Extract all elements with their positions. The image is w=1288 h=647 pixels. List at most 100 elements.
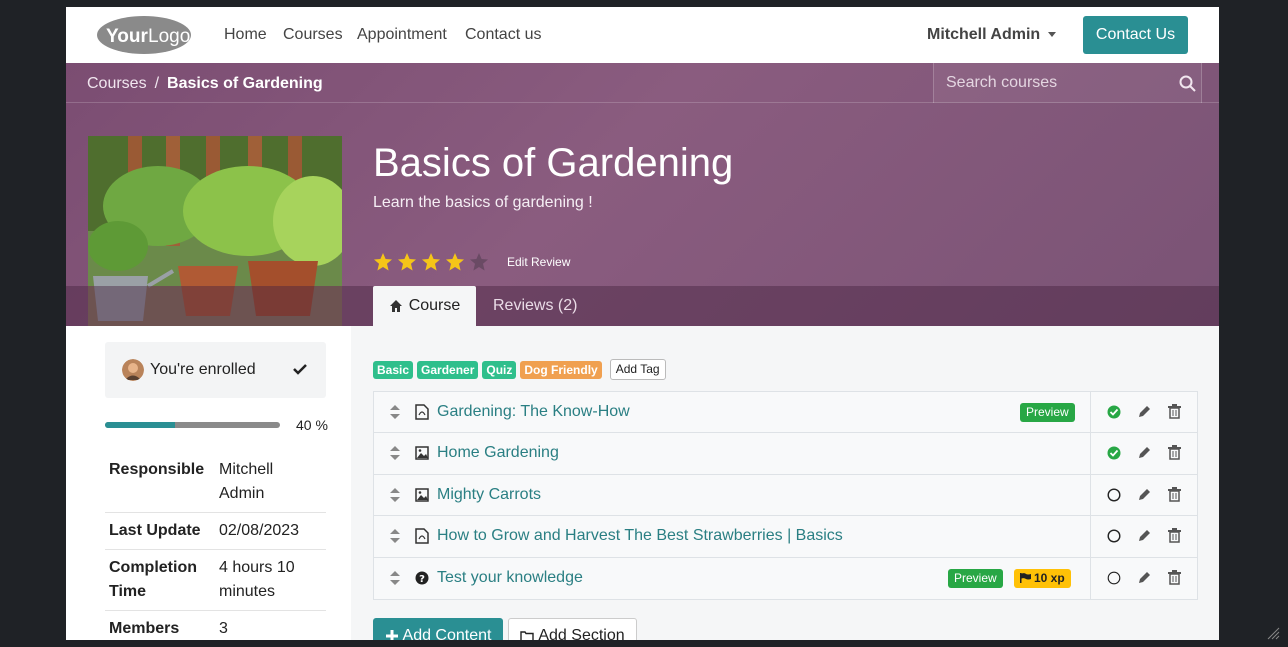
info-value: 4 hours 10 minutes	[215, 549, 326, 611]
course-content: Basic Gardener Quiz Dog Friendly Add Tag…	[351, 326, 1219, 640]
home-icon	[389, 300, 402, 312]
tab-bar: Course Reviews (2)	[66, 286, 1219, 326]
plus-icon	[385, 630, 398, 640]
star-filled-icon	[374, 253, 392, 271]
edit-review-link[interactable]: Edit Review	[507, 255, 570, 269]
course-subtitle: Learn the basics of gardening !	[373, 194, 593, 211]
course-info-table: Responsible Mitchell Admin Last Update 02/…	[105, 452, 326, 640]
trash-icon[interactable]	[1168, 486, 1181, 502]
drag-handle-icon[interactable]	[390, 446, 400, 461]
search-icon[interactable]	[1179, 75, 1196, 92]
svg-text:Logo: Logo	[148, 26, 190, 47]
pencil-icon[interactable]	[1137, 487, 1152, 502]
add-section-label: Add Section	[538, 627, 625, 640]
flag-icon	[1020, 572, 1031, 583]
tag-gardener[interactable]: Gardener	[417, 360, 479, 379]
search-input[interactable]	[934, 63, 1164, 103]
pencil-icon[interactable]	[1137, 528, 1152, 543]
image-file-icon	[415, 488, 429, 502]
image-file-icon	[415, 446, 429, 461]
completed-check-icon[interactable]	[1107, 405, 1121, 419]
trash-icon[interactable]	[1168, 445, 1181, 461]
preview-badge: Preview	[1020, 403, 1075, 422]
content-title[interactable]: How to Grow and Harvest The Best Strawbe…	[437, 527, 843, 545]
nav-contact-us[interactable]: Contact us	[465, 26, 541, 44]
user-menu[interactable]: Mitchell Admin	[927, 26, 1057, 44]
tag-quiz[interactable]: Quiz	[482, 360, 517, 379]
user-name: Mitchell Admin	[927, 26, 1041, 43]
divider	[1090, 433, 1091, 474]
content-title[interactable]: Test your knowledge	[437, 569, 583, 587]
trash-icon[interactable]	[1168, 528, 1181, 543]
contact-us-button[interactable]: Contact Us	[1083, 16, 1188, 54]
tab-course[interactable]: Course	[373, 286, 476, 326]
list-item: Mighty Carrots	[374, 474, 1197, 517]
content-title[interactable]: Home Gardening	[437, 444, 559, 462]
trash-icon[interactable]	[1168, 404, 1181, 419]
pencil-icon[interactable]	[1137, 404, 1152, 419]
enrolled-status: You're enrolled	[105, 342, 326, 398]
star-filled-icon	[398, 253, 416, 271]
logo-icon[interactable]: Your Logo	[96, 15, 192, 55]
xp-label: 10 xp	[1034, 570, 1065, 585]
incomplete-circle-icon[interactable]	[1107, 488, 1121, 502]
content-list: Gardening: The Know-How Preview Home Gar…	[373, 391, 1198, 600]
star-filled-icon	[446, 253, 464, 271]
breadcrumb-separator: /	[154, 75, 160, 92]
course-sidebar: You're enrolled 40 % Responsible Mitchell…	[66, 326, 351, 640]
progress-fill	[105, 422, 175, 428]
pdf-file-icon	[415, 404, 429, 420]
caret-down-icon	[1048, 32, 1057, 38]
divider	[1090, 474, 1091, 516]
tab-course-label: Course	[408, 297, 461, 314]
check-icon	[293, 364, 307, 375]
add-section-button[interactable]: Add Section	[508, 618, 637, 640]
pencil-icon[interactable]	[1137, 445, 1152, 460]
breadcrumb-bar: Courses / Basics of Gardening	[66, 63, 1219, 103]
content-title[interactable]: Mighty Carrots	[437, 486, 541, 504]
svg-text:Your: Your	[106, 26, 148, 47]
resize-handle-icon[interactable]	[1264, 624, 1280, 640]
pdf-file-icon	[415, 528, 429, 544]
incomplete-circle-icon[interactable]	[1107, 529, 1121, 543]
question-circle-icon: ?	[415, 571, 429, 585]
info-row: Members 3	[105, 610, 326, 640]
incomplete-circle-icon[interactable]	[1107, 571, 1121, 585]
browser-viewport: Your Logo Home Courses Appointment Conta…	[66, 7, 1219, 640]
info-key: Members	[105, 610, 215, 640]
info-key: Responsible	[105, 452, 215, 513]
tab-reviews[interactable]: Reviews (2)	[493, 297, 577, 315]
nav-appointment[interactable]: Appointment	[357, 26, 447, 44]
nav-courses[interactable]: Courses	[283, 26, 343, 44]
nav-home[interactable]: Home	[224, 26, 267, 44]
drag-handle-icon[interactable]	[390, 570, 400, 585]
progress-bar	[105, 422, 280, 428]
course-header: Courses / Basics of Gardening Search cou…	[66, 63, 1219, 326]
completed-check-icon[interactable]	[1107, 446, 1121, 460]
progress-label: 40 %	[296, 417, 328, 433]
list-item: How to Grow and Harvest The Best Strawbe…	[374, 516, 1197, 558]
drag-handle-icon[interactable]	[390, 529, 400, 544]
add-content-button[interactable]: Add Content	[373, 618, 503, 640]
add-tag-button[interactable]: Add Tag	[609, 359, 666, 380]
tag-dog-friendly[interactable]: Dog Friendly	[520, 360, 602, 379]
info-row: Last Update 02/08/2023	[105, 512, 326, 550]
trash-icon[interactable]	[1168, 569, 1181, 585]
breadcrumb-courses[interactable]: Courses	[87, 75, 147, 92]
add-content-label: Add Content	[402, 627, 492, 640]
info-key: Last Update	[105, 512, 215, 550]
content-title[interactable]: Gardening: The Know-How	[437, 403, 630, 421]
drag-handle-icon[interactable]	[390, 487, 400, 502]
preview-badge: Preview	[948, 568, 1003, 588]
info-value: Mitchell Admin	[215, 452, 326, 513]
divider	[1090, 516, 1091, 557]
tag-basic[interactable]: Basic	[373, 360, 414, 379]
list-item: ? Test your knowledge Preview 10 xp	[374, 557, 1197, 599]
divider	[1090, 392, 1091, 433]
drag-handle-icon[interactable]	[390, 405, 400, 419]
list-item: Gardening: The Know-How Preview	[374, 392, 1197, 434]
top-navbar: Your Logo Home Courses Appointment Conta…	[66, 7, 1219, 63]
info-key: Completion Time	[105, 549, 215, 611]
pencil-icon[interactable]	[1137, 570, 1152, 585]
rating-stars	[373, 252, 489, 272]
